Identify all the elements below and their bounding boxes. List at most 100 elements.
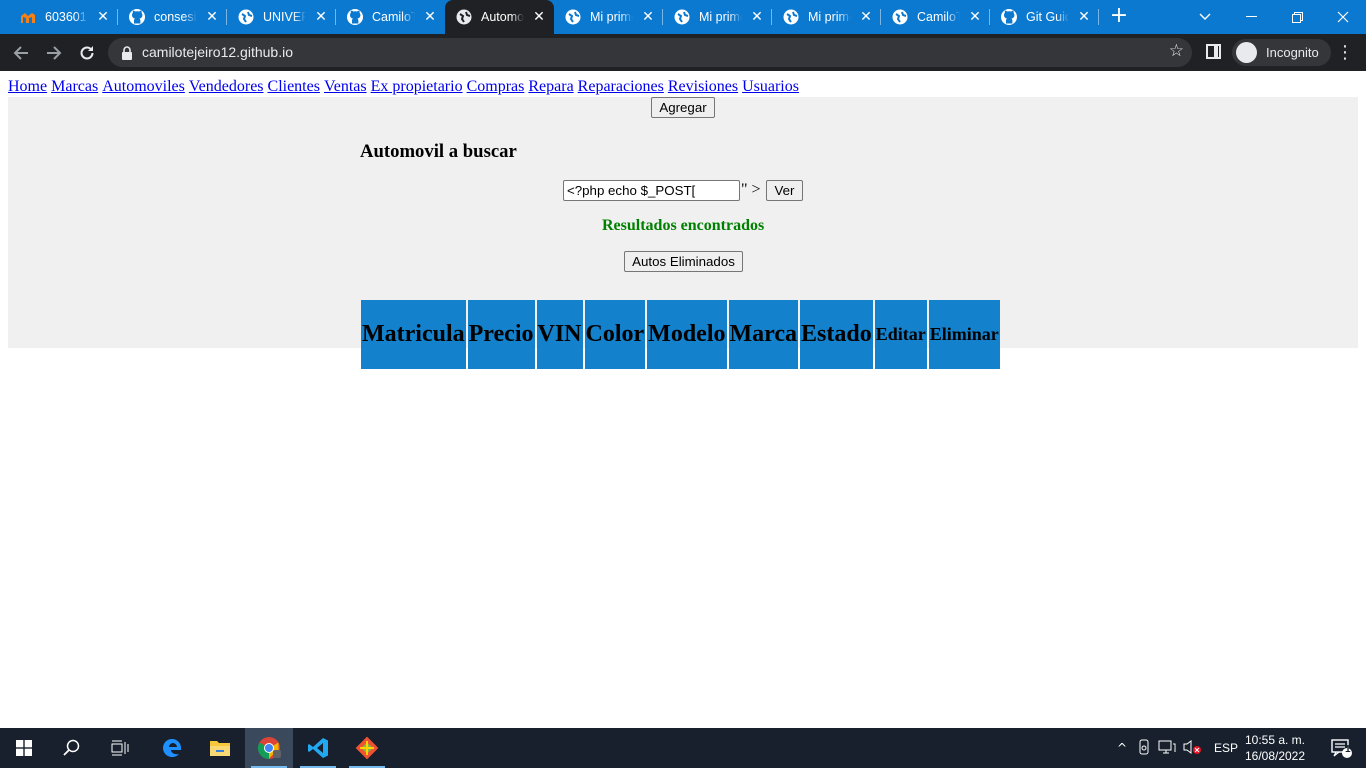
more-menu-icon[interactable]: ⋮ [1336, 41, 1354, 65]
column-header-estado: Estado [800, 300, 873, 369]
nav-link-reparaciones[interactable]: Reparaciones [578, 78, 664, 95]
column-header-modelo: Modelo [647, 300, 727, 369]
arrow-left-icon [13, 46, 28, 60]
column-header-precio: Precio [467, 300, 535, 369]
clock[interactable]: 10:55 a. m. 16/08/2022 [1240, 732, 1310, 764]
windows-start-icon[interactable] [0, 728, 48, 768]
nav-link-revisiones[interactable]: Revisiones [668, 78, 738, 95]
results-table: Matricula Precio VIN Color Modelo Marca … [359, 298, 1002, 371]
close-icon[interactable]: ✕ [967, 8, 983, 24]
add-button[interactable]: Agregar [651, 97, 715, 118]
globe-icon [456, 9, 472, 25]
chevron-up-icon[interactable]: ^ [1114, 741, 1130, 755]
nav-link-compras[interactable]: Compras [467, 78, 525, 95]
address-bar[interactable]: camilotejeiro12.github.io ☆ [108, 38, 1192, 67]
nav-link-clientes[interactable]: Clientes [268, 78, 320, 95]
minimize-button[interactable] [1228, 0, 1274, 34]
chrome-icon[interactable] [245, 728, 293, 768]
nav-link-ex-propietario[interactable]: Ex propietario [371, 78, 463, 95]
github-icon [1001, 9, 1017, 25]
browser-tab[interactable]: CamiloTejeiro ✕ [881, 0, 990, 34]
notification-count-badge: 1 [1345, 744, 1351, 755]
close-icon[interactable]: ✕ [422, 8, 438, 24]
tab-search-button[interactable] [1182, 0, 1228, 34]
incognito-icon [1236, 42, 1257, 63]
language-indicator[interactable]: ESP [1214, 741, 1238, 755]
browser-tab[interactable]: Mi primera ✕ [772, 0, 881, 34]
system-tray: ^ ESP [1114, 728, 1238, 768]
close-icon[interactable]: ✕ [640, 8, 656, 24]
browser-tab[interactable]: CamiloTejeiro ✕ [327, 0, 445, 34]
column-header-matricula: Matricula [361, 300, 466, 369]
column-header-eliminar: Eliminar [928, 300, 1000, 369]
search-icon[interactable] [48, 728, 96, 768]
browser-tab[interactable]: UNIVERSIDAD ✕ [218, 0, 336, 34]
close-window-button[interactable] [1320, 0, 1366, 34]
url-text[interactable]: camilotejeiro12.github.io [142, 44, 293, 60]
edge-icon[interactable] [148, 728, 196, 768]
git-icon[interactable] [343, 728, 391, 768]
close-icon[interactable]: ✕ [858, 8, 874, 24]
clock-date: 16/08/2022 [1244, 749, 1306, 763]
nav-link-automoviles[interactable]: Automoviles [102, 78, 185, 95]
file-explorer-icon[interactable] [196, 728, 244, 768]
tab-title: Mi primera [699, 10, 742, 24]
close-icon[interactable]: ✕ [1076, 8, 1092, 24]
tab-title: UNIVERSIDAD [263, 10, 306, 24]
browser-tab[interactable]: Mi primera ✕ [663, 0, 772, 34]
search-input[interactable]: <?php echo $_POST[ [563, 180, 740, 201]
reload-icon [80, 46, 94, 60]
close-icon[interactable]: ✕ [531, 8, 547, 24]
chevron-down-icon [1199, 13, 1211, 20]
nav-link-marcas[interactable]: Marcas [51, 78, 98, 95]
bookmark-star-icon[interactable]: ☆ [1169, 41, 1184, 61]
tab-title: 603601 - [45, 10, 88, 24]
browser-tab[interactable]: Git Guide ✕ [990, 0, 1099, 34]
vscode-icon[interactable] [294, 728, 342, 768]
globe-icon [783, 9, 799, 25]
tab-title: CamiloTejeiro [372, 10, 415, 24]
nav-link-usuarios[interactable]: Usuarios [742, 78, 799, 95]
notification-center-icon[interactable]: 1 [1318, 728, 1366, 768]
minimize-icon [1245, 16, 1257, 17]
browser-tab[interactable]: Mi primera ✕ [554, 0, 663, 34]
browser-tab-active[interactable]: Automoviles ✕ [445, 0, 554, 34]
column-header-editar: Editar [874, 300, 927, 369]
globe-icon [674, 9, 690, 25]
globe-icon [238, 9, 254, 25]
stray-markup-text: " > [741, 181, 761, 198]
back-button[interactable] [9, 41, 33, 65]
browser-toolbar: camilotejeiro12.github.io ☆ Incognito ⋮ [0, 34, 1366, 71]
clock-time: 10:55 a. m. [1244, 733, 1306, 747]
nav-link-home[interactable]: Home [8, 78, 47, 95]
globe-icon [892, 9, 908, 25]
side-panel-icon[interactable] [1206, 44, 1221, 59]
task-view-icon[interactable] [96, 728, 144, 768]
github-icon [347, 9, 363, 25]
browser-tab-strip: 603601 - ✕ consesionario ✕ UNIVERSIDAD ✕… [0, 0, 1366, 34]
deleted-cars-button[interactable]: Autos Eliminados [624, 251, 743, 272]
column-header-vin: VIN [536, 300, 583, 369]
restore-icon [1291, 11, 1303, 23]
table-header-row: Matricula Precio VIN Color Modelo Marca … [361, 300, 1000, 369]
view-button[interactable]: Ver [766, 180, 803, 201]
nav-link-repara[interactable]: Repara [528, 78, 573, 95]
new-tab-button[interactable]: + [1107, 5, 1131, 29]
tab-title: Mi primera [590, 10, 633, 24]
arrow-right-icon [47, 46, 62, 60]
tab-title: Automoviles [481, 10, 524, 24]
network-icon[interactable] [1158, 740, 1176, 757]
usb-device-icon[interactable] [1138, 739, 1150, 758]
reload-button[interactable] [75, 41, 99, 65]
restore-button[interactable] [1274, 0, 1320, 34]
browser-tab[interactable]: 603601 - ✕ [0, 0, 118, 34]
browser-tab[interactable]: consesionario ✕ [109, 0, 227, 34]
incognito-indicator[interactable]: Incognito [1232, 39, 1331, 66]
volume-muted-icon[interactable] [1182, 739, 1202, 758]
nav-link-vendedores[interactable]: Vendedores [189, 78, 264, 95]
lock-icon [122, 46, 132, 60]
close-icon[interactable]: ✕ [749, 8, 765, 24]
nav-link-ventas[interactable]: Ventas [324, 78, 367, 95]
forward-button[interactable] [42, 41, 66, 65]
close-icon [1337, 11, 1349, 23]
